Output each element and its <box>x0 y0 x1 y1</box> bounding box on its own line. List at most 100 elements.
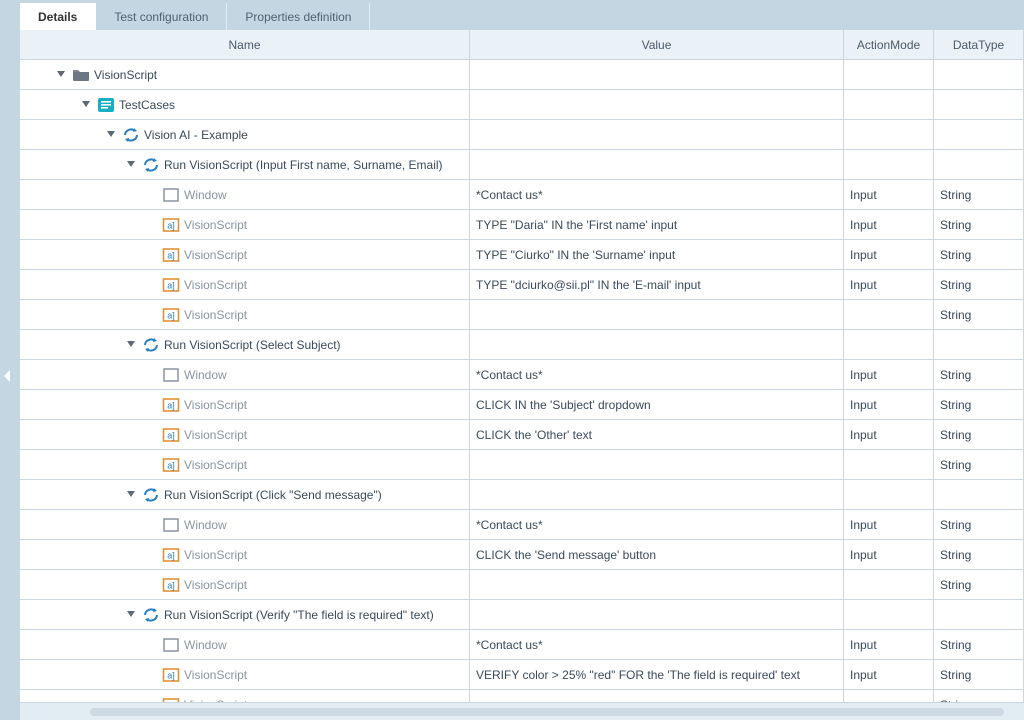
row-datatype[interactable]: String <box>934 630 1024 659</box>
tree-row[interactable]: a]VisionScriptString <box>20 450 1024 480</box>
row-value[interactable]: CLICK the 'Send message' button <box>470 540 844 569</box>
row-actionmode[interactable] <box>844 60 934 89</box>
row-datatype[interactable]: String <box>934 180 1024 209</box>
row-value[interactable]: CLICK the 'Other' text <box>470 420 844 449</box>
row-actionmode[interactable]: Input <box>844 630 934 659</box>
tree-row[interactable]: a]VisionScriptCLICK IN the 'Subject' dro… <box>20 390 1024 420</box>
row-value[interactable]: *Contact us* <box>470 180 844 209</box>
row-datatype[interactable] <box>934 600 1024 629</box>
row-actionmode[interactable]: Input <box>844 180 934 209</box>
row-actionmode[interactable]: Input <box>844 540 934 569</box>
row-value[interactable]: *Contact us* <box>470 630 844 659</box>
tree-row[interactable]: a]VisionScriptTYPE "dciurko@sii.pl" IN t… <box>20 270 1024 300</box>
row-actionmode[interactable] <box>844 150 934 179</box>
expand-toggle[interactable] <box>124 338 138 352</box>
row-datatype[interactable]: String <box>934 390 1024 419</box>
row-datatype[interactable] <box>934 120 1024 149</box>
tree-row[interactable]: a]VisionScriptTYPE "Daria" IN the 'First… <box>20 210 1024 240</box>
tab-test-configuration[interactable]: Test configuration <box>96 3 227 30</box>
tree-row[interactable]: a]VisionScriptTYPE "Ciurko" IN the 'Surn… <box>20 240 1024 270</box>
tree-row[interactable]: a]VisionScriptString <box>20 690 1024 702</box>
row-value[interactable] <box>470 480 844 509</box>
row-value[interactable] <box>470 150 844 179</box>
collapse-rail[interactable] <box>0 0 20 720</box>
tree-row[interactable]: Run VisionScript (Input First name, Surn… <box>20 150 1024 180</box>
row-value[interactable]: TYPE "Daria" IN the 'First name' input <box>470 210 844 239</box>
row-value[interactable]: VERIFY color > 25% "red" FOR the 'The fi… <box>470 660 844 689</box>
row-datatype[interactable] <box>934 60 1024 89</box>
row-value[interactable] <box>470 690 844 702</box>
row-value[interactable]: *Contact us* <box>470 510 844 539</box>
row-datatype[interactable]: String <box>934 660 1024 689</box>
row-datatype[interactable]: String <box>934 540 1024 569</box>
row-value[interactable] <box>470 450 844 479</box>
row-actionmode[interactable] <box>844 330 934 359</box>
row-value[interactable]: TYPE "dciurko@sii.pl" IN the 'E-mail' in… <box>470 270 844 299</box>
tree-row[interactable]: Run VisionScript (Click "Send message") <box>20 480 1024 510</box>
tree-row[interactable]: a]VisionScriptString <box>20 300 1024 330</box>
expand-toggle[interactable] <box>124 608 138 622</box>
tree-grid[interactable]: VisionScriptTestCasesVision AI - Example… <box>20 60 1024 702</box>
row-value[interactable]: TYPE "Ciurko" IN the 'Surname' input <box>470 240 844 269</box>
expand-toggle[interactable] <box>104 128 118 142</box>
row-actionmode[interactable]: Input <box>844 210 934 239</box>
col-header-value[interactable]: Value <box>470 30 844 59</box>
row-value[interactable] <box>470 330 844 359</box>
tree-row[interactable]: TestCases <box>20 90 1024 120</box>
row-datatype[interactable]: String <box>934 360 1024 389</box>
row-actionmode[interactable] <box>844 300 934 329</box>
row-datatype[interactable]: String <box>934 300 1024 329</box>
row-value[interactable]: CLICK IN the 'Subject' dropdown <box>470 390 844 419</box>
tree-row[interactable]: Run VisionScript (Verify "The field is r… <box>20 600 1024 630</box>
row-actionmode[interactable] <box>844 90 934 119</box>
row-value[interactable] <box>470 300 844 329</box>
row-datatype[interactable]: String <box>934 510 1024 539</box>
col-header-datatype[interactable]: DataType <box>934 30 1024 59</box>
row-actionmode[interactable]: Input <box>844 240 934 269</box>
row-value[interactable]: *Contact us* <box>470 360 844 389</box>
col-header-action[interactable]: ActionMode <box>844 30 934 59</box>
row-value[interactable] <box>470 90 844 119</box>
row-actionmode[interactable] <box>844 600 934 629</box>
tree-row[interactable]: VisionScript <box>20 60 1024 90</box>
expand-toggle[interactable] <box>124 488 138 502</box>
tab-details[interactable]: Details <box>20 3 96 30</box>
tree-row[interactable]: a]VisionScriptCLICK the 'Other' textInpu… <box>20 420 1024 450</box>
tree-row[interactable]: Window*Contact us*InputString <box>20 360 1024 390</box>
expand-toggle[interactable] <box>79 98 93 112</box>
row-datatype[interactable] <box>934 330 1024 359</box>
row-actionmode[interactable] <box>844 570 934 599</box>
row-value[interactable] <box>470 120 844 149</box>
row-actionmode[interactable]: Input <box>844 660 934 689</box>
row-datatype[interactable]: String <box>934 240 1024 269</box>
tree-row[interactable]: a]VisionScriptVERIFY color > 25% "red" F… <box>20 660 1024 690</box>
row-actionmode[interactable]: Input <box>844 360 934 389</box>
col-header-name[interactable]: Name <box>20 30 470 59</box>
row-datatype[interactable]: String <box>934 690 1024 702</box>
expand-toggle[interactable] <box>124 158 138 172</box>
row-actionmode[interactable]: Input <box>844 420 934 449</box>
row-datatype[interactable] <box>934 150 1024 179</box>
row-datatype[interactable]: String <box>934 570 1024 599</box>
row-value[interactable] <box>470 60 844 89</box>
row-actionmode[interactable]: Input <box>844 390 934 419</box>
row-actionmode[interactable]: Input <box>844 270 934 299</box>
tree-row[interactable]: Window*Contact us*InputString <box>20 630 1024 660</box>
row-datatype[interactable] <box>934 90 1024 119</box>
tree-row[interactable]: Run VisionScript (Select Subject) <box>20 330 1024 360</box>
tree-row[interactable]: a]VisionScriptCLICK the 'Send message' b… <box>20 540 1024 570</box>
tree-row[interactable]: a]VisionScriptString <box>20 570 1024 600</box>
row-datatype[interactable] <box>934 480 1024 509</box>
tab-properties-definition[interactable]: Properties definition <box>227 3 370 30</box>
tree-row[interactable]: Window*Contact us*InputString <box>20 510 1024 540</box>
row-value[interactable] <box>470 570 844 599</box>
row-actionmode[interactable] <box>844 450 934 479</box>
row-datatype[interactable]: String <box>934 420 1024 449</box>
row-actionmode[interactable] <box>844 120 934 149</box>
tree-row[interactable]: Window*Contact us*InputString <box>20 180 1024 210</box>
row-datatype[interactable]: String <box>934 270 1024 299</box>
expand-toggle[interactable] <box>54 68 68 82</box>
row-datatype[interactable]: String <box>934 450 1024 479</box>
row-actionmode[interactable] <box>844 480 934 509</box>
row-value[interactable] <box>470 600 844 629</box>
